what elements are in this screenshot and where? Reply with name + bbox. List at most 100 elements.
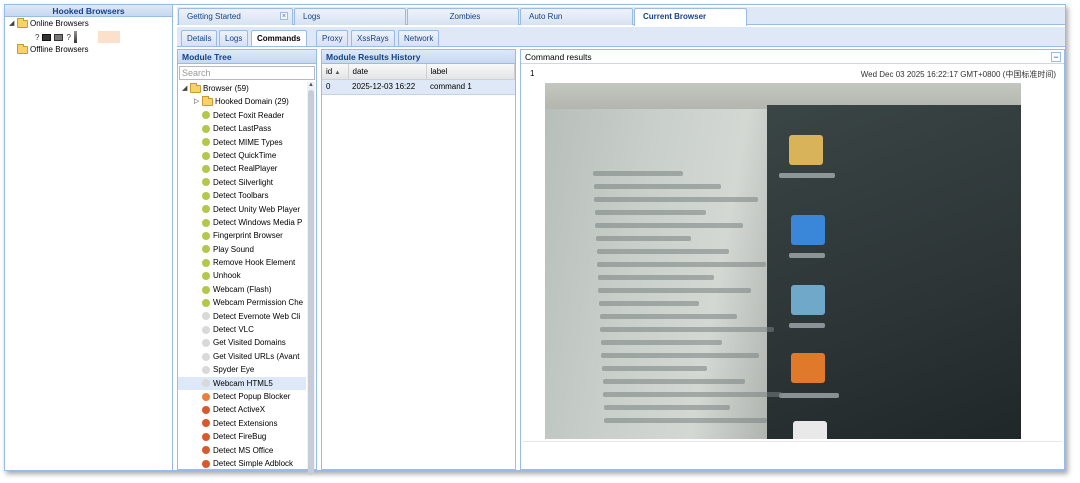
command-result-item: 1 Wed Dec 03 2025 16:22:17 GMT+0800 (中国标… bbox=[523, 66, 1062, 442]
module-search-input[interactable]: Search bbox=[179, 66, 315, 80]
column-header-date[interactable]: date bbox=[348, 64, 427, 80]
column-header-id[interactable]: id ▲ bbox=[322, 64, 349, 80]
module-item[interactable]: Detect FireBug bbox=[178, 430, 306, 443]
module-item[interactable]: Detect Foxit Reader bbox=[178, 109, 306, 122]
desktop-recycle-icon bbox=[791, 285, 825, 315]
module-item[interactable]: Detect QuickTime bbox=[178, 149, 306, 162]
module-item[interactable]: Detect Evernote Web Cli bbox=[178, 310, 306, 323]
module-item-label: Detect Unity Web Player bbox=[213, 204, 300, 214]
module-item[interactable]: Detect Popup Blocker bbox=[178, 390, 306, 403]
module-item[interactable]: Get Visited Domains bbox=[178, 336, 306, 349]
collapse-arrow-icon[interactable]: ▷ bbox=[194, 95, 202, 108]
module-item-label: Get Visited Domains bbox=[213, 338, 286, 348]
module-item[interactable]: Remove Hook Element bbox=[178, 256, 306, 269]
status-dot-icon bbox=[202, 285, 210, 294]
expand-arrow-icon[interactable]: ◢ bbox=[9, 18, 17, 30]
folder-icon bbox=[17, 44, 28, 54]
module-item-label: Remove Hook Element bbox=[213, 258, 296, 268]
module-item-label: Detect MIME Types bbox=[213, 137, 283, 147]
status-dot-icon bbox=[202, 111, 210, 120]
module-item[interactable]: Detect Unity Web Player bbox=[178, 203, 306, 216]
photo-blur-line bbox=[594, 197, 759, 202]
module-item-label: Detect QuickTime bbox=[213, 150, 277, 160]
module-item[interactable]: Unhook bbox=[178, 269, 306, 282]
photo-blur-line bbox=[600, 340, 722, 345]
tab-label: Details bbox=[187, 34, 212, 43]
status-dot-icon bbox=[202, 191, 210, 200]
status-dot-icon bbox=[202, 459, 210, 468]
module-item[interactable]: Detect VLC bbox=[178, 323, 306, 336]
beef-app: Hooked Browsers ◢ Online Browsers ? ? Of… bbox=[4, 4, 1066, 475]
command-results-label: Command results bbox=[525, 52, 592, 62]
hooked-browsers-panel: Hooked Browsers ◢ Online Browsers ? ? Of… bbox=[5, 5, 173, 470]
module-item[interactable]: Webcam (Flash) bbox=[178, 283, 306, 296]
expand-arrow-icon[interactable]: ◢ bbox=[182, 82, 190, 95]
tab-label: Getting Started bbox=[187, 12, 241, 21]
module-item-label: Detect VLC bbox=[213, 325, 254, 335]
tab-proxy[interactable]: Proxy bbox=[316, 30, 349, 46]
tab-network[interactable]: Network bbox=[398, 30, 440, 46]
module-item[interactable]: Detect MS Office bbox=[178, 444, 306, 457]
tab-logs[interactable]: Logs bbox=[294, 8, 406, 25]
tab-label: Auto Run bbox=[529, 12, 563, 21]
module-item[interactable]: Play Sound bbox=[178, 243, 306, 256]
module-item[interactable]: Fingerprint Browser bbox=[178, 229, 306, 242]
module-tree-panel: Module Tree Search ◢ Browser (59) ▷ Hook… bbox=[177, 49, 317, 475]
offline-browsers-label: Offline Browsers bbox=[30, 45, 89, 54]
tab-auto-run[interactable]: Auto Run bbox=[520, 8, 633, 25]
module-item[interactable]: Spyder Eye bbox=[178, 363, 306, 376]
tab-logs-sub[interactable]: Logs bbox=[219, 30, 249, 46]
module-item[interactable]: Detect Extensions bbox=[178, 417, 306, 430]
column-header-label[interactable]: label bbox=[426, 64, 515, 80]
module-item-label: Detect RealPlayer bbox=[213, 164, 278, 174]
module-item[interactable]: Detect Simple Adblock bbox=[178, 457, 306, 469]
folder-icon bbox=[202, 96, 213, 107]
close-icon[interactable]: × bbox=[280, 12, 288, 20]
hooked-browser-entry[interactable]: ? ? bbox=[35, 30, 172, 44]
status-dot-icon bbox=[202, 406, 210, 415]
module-item-label: Detect Foxit Reader bbox=[213, 110, 285, 120]
tab-zombies[interactable]: Zombies bbox=[407, 8, 519, 25]
module-item[interactable]: Detect Silverlight bbox=[178, 176, 306, 189]
module-item-label: Unhook bbox=[213, 271, 241, 281]
result-timestamp: Wed Dec 03 2025 16:22:17 GMT+0800 (中国标准时… bbox=[860, 70, 1056, 79]
results-history-title: Module Results History bbox=[322, 50, 515, 64]
status-dot-icon bbox=[202, 151, 210, 160]
photo-blur-line bbox=[596, 249, 729, 254]
module-item[interactable]: Detect ActiveX bbox=[178, 403, 306, 416]
module-item[interactable]: Webcam Permission Che bbox=[178, 296, 306, 309]
module-item[interactable]: Detect LastPass bbox=[178, 122, 306, 135]
module-tree-scrollbar[interactable]: ▲ bbox=[307, 82, 315, 475]
desktop-computer-icon bbox=[791, 215, 825, 245]
module-item-label: Detect Toolbars bbox=[213, 191, 269, 201]
folder-icon bbox=[17, 18, 28, 28]
collapse-button[interactable]: − bbox=[1051, 52, 1061, 62]
table-row[interactable]: 0 2025-12-03 16:22 command 1 bbox=[322, 79, 515, 95]
offline-browsers-node[interactable]: Offline Browsers bbox=[5, 44, 172, 56]
tab-label: Logs bbox=[225, 34, 243, 43]
sort-asc-icon: ▲ bbox=[334, 69, 341, 76]
browser-root-node[interactable]: ◢ Browser (59) bbox=[178, 82, 306, 95]
tab-commands[interactable]: Commands bbox=[251, 30, 307, 46]
module-item[interactable]: Detect Toolbars bbox=[178, 189, 306, 202]
module-item-label: Detect Silverlight bbox=[213, 177, 274, 187]
module-item[interactable]: Detect MIME Types bbox=[178, 136, 306, 149]
photo-blur-line bbox=[599, 301, 699, 306]
module-item-label: Play Sound bbox=[213, 244, 254, 254]
tab-current-browser[interactable]: Current Browser bbox=[634, 8, 747, 26]
photo-blur-line bbox=[602, 379, 745, 384]
module-item[interactable]: Detect RealPlayer bbox=[178, 162, 306, 175]
tab-getting-started[interactable]: Getting Started × bbox=[178, 8, 293, 25]
online-browsers-node[interactable]: ◢ Online Browsers bbox=[5, 18, 172, 30]
redacted-address bbox=[97, 31, 120, 43]
tab-details[interactable]: Details bbox=[181, 30, 218, 46]
module-item[interactable]: Get Visited URLs (Avant bbox=[178, 350, 306, 363]
scrollbar-thumb[interactable] bbox=[308, 90, 314, 475]
module-item[interactable]: Detect Windows Media P bbox=[178, 216, 306, 229]
tab-label: XssRays bbox=[357, 34, 389, 43]
hooked-domain-node[interactable]: ▷ Hooked Domain (29) bbox=[178, 95, 306, 108]
online-browsers-label: Online Browsers bbox=[30, 19, 89, 28]
module-item[interactable]: Webcam HTML5 bbox=[178, 376, 306, 390]
tab-xssrays[interactable]: XssRays bbox=[351, 30, 395, 46]
scroll-up-arrow-icon[interactable]: ▲ bbox=[307, 82, 315, 88]
